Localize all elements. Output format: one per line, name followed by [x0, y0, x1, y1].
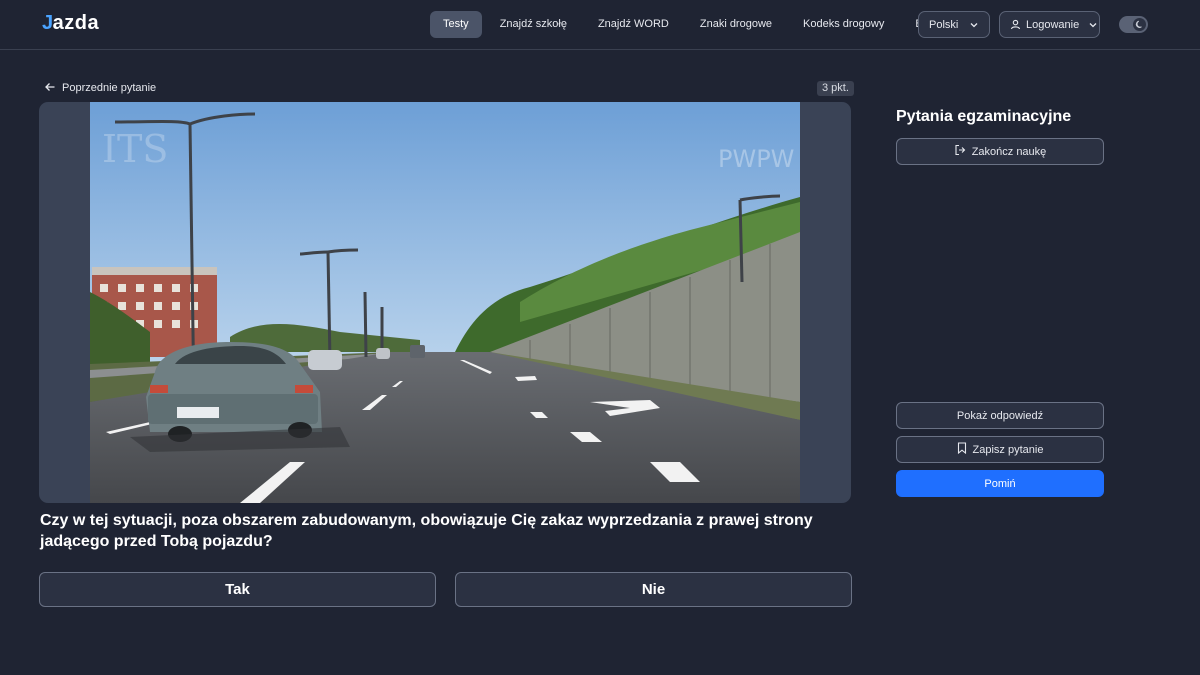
- language-select[interactable]: Polski: [918, 11, 990, 38]
- nav-item-testy[interactable]: Testy: [430, 11, 482, 38]
- login-button[interactable]: Logowanie: [999, 11, 1100, 38]
- top-navbar: Jazda Testy Znajdź szkołę Znajdź WORD Zn…: [0, 0, 1200, 50]
- chevron-down-icon: [969, 20, 979, 30]
- nav-item-find-school[interactable]: Znajdź szkołę: [487, 11, 580, 38]
- nav-item-road-code[interactable]: Kodeks drogowy: [790, 11, 897, 38]
- question-text: Czy w tej sytuacji, poza obszarem zabudo…: [40, 512, 813, 550]
- end-learning-label: Zakończ naukę: [971, 145, 1047, 158]
- nav-item-road-signs[interactable]: Znaki drogowe: [687, 11, 785, 38]
- bookmark-icon: [957, 442, 967, 457]
- show-answer-button[interactable]: Pokaż odpowiedź: [896, 402, 1104, 429]
- nav-item-find-word[interactable]: Znajdź WORD: [585, 11, 682, 38]
- logout-icon: [954, 144, 966, 159]
- logo[interactable]: Jazda: [42, 12, 99, 35]
- logo-text: azda: [52, 12, 100, 34]
- user-icon: [1010, 19, 1021, 30]
- chevron-down-icon: [1088, 20, 1098, 30]
- watermark-its: ITS: [102, 127, 168, 171]
- skip-label: Pomiń: [984, 477, 1016, 490]
- previous-question-label: Poprzednie pytanie: [62, 82, 157, 94]
- sidebar-title: Pytania egzaminacyjne: [896, 108, 1072, 125]
- arrow-left-icon: [44, 81, 56, 96]
- login-label: Logowanie: [1026, 18, 1080, 31]
- points-badge: 3 pkt.: [817, 81, 854, 96]
- main-nav: Testy Znajdź szkołę Znajdź WORD Znaki dr…: [430, 11, 955, 38]
- theme-toggle[interactable]: [1119, 16, 1148, 33]
- skip-button[interactable]: Pomiń: [896, 470, 1104, 497]
- question-media: ITS PWPW: [39, 102, 851, 503]
- moon-icon: [1133, 18, 1146, 31]
- answer-no-button[interactable]: Nie: [455, 572, 852, 607]
- answer-yes-button[interactable]: Tak: [39, 572, 436, 607]
- save-question-label: Zapisz pytanie: [972, 443, 1044, 456]
- show-answer-label: Pokaż odpowiedź: [956, 409, 1044, 422]
- road-photo: ITS PWPW: [90, 102, 800, 503]
- end-learning-button[interactable]: Zakończ naukę: [896, 138, 1104, 165]
- watermark-pwpw: PWPW: [718, 145, 794, 173]
- previous-question-link[interactable]: Poprzednie pytanie: [44, 80, 156, 96]
- save-question-button[interactable]: Zapisz pytanie: [896, 436, 1104, 463]
- language-label: Polski: [929, 18, 959, 31]
